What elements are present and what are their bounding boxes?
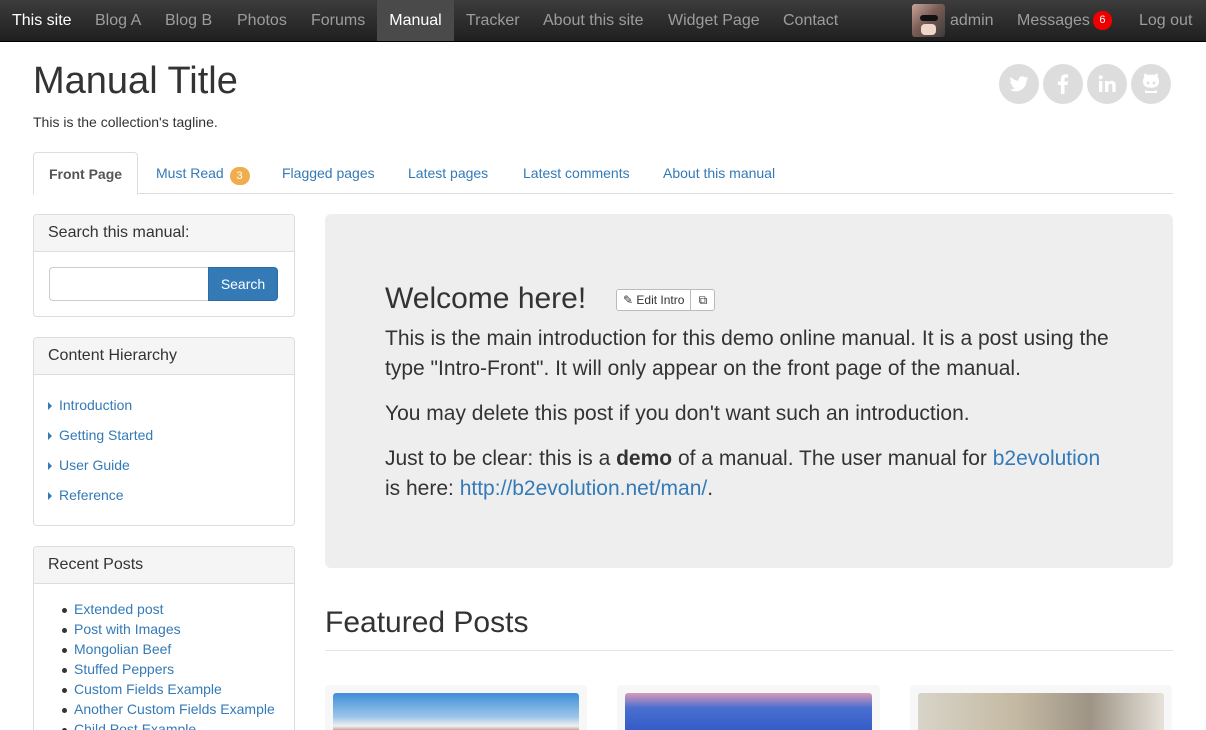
hierarchy-item-user-guide[interactable]: User Guide bbox=[48, 457, 130, 473]
nav-contact[interactable]: Contact bbox=[783, 0, 838, 41]
recent-panel-title: Recent Posts bbox=[34, 547, 294, 584]
must-read-count-badge: 3 bbox=[229, 167, 250, 185]
tab-must-read[interactable]: Must Read 3 bbox=[156, 152, 250, 194]
messages-label: Messages bbox=[1017, 12, 1090, 29]
search-panel: Search this manual: Search bbox=[33, 214, 295, 317]
edit-intro-label: Edit Intro bbox=[636, 293, 685, 307]
top-navbar: This site Blog A Blog B Photos Forums Ma… bbox=[0, 0, 1206, 42]
intro-bold-demo: demo bbox=[616, 447, 673, 470]
hierarchy-panel-title: Content Hierarchy bbox=[34, 338, 294, 375]
intro-text: of a manual. The user manual for bbox=[672, 447, 993, 470]
nav-this-site[interactable]: This site bbox=[12, 0, 72, 41]
recent-post-link[interactable]: Extended post bbox=[62, 601, 164, 617]
recent-posts-panel: Recent Posts Extended post Post with Ima… bbox=[33, 546, 295, 730]
twitter-icon[interactable] bbox=[999, 64, 1039, 104]
hierarchy-item-label: Reference bbox=[59, 487, 124, 503]
tab-front-page[interactable]: Front Page bbox=[33, 152, 138, 195]
search-panel-title: Search this manual: bbox=[34, 215, 294, 252]
nav-manual[interactable]: Manual bbox=[377, 0, 454, 41]
nav-photos[interactable]: Photos bbox=[237, 0, 287, 41]
nav-messages[interactable]: Messages 6 bbox=[1017, 0, 1112, 41]
tagline: This is the collection's tagline. bbox=[33, 114, 218, 130]
featured-image[interactable] bbox=[918, 693, 1164, 730]
featured-image[interactable] bbox=[333, 693, 579, 730]
hierarchy-item-label: User Guide bbox=[59, 457, 130, 473]
intro-paragraph-3: Just to be clear: this is a demo of a ma… bbox=[385, 444, 1145, 504]
recent-post-link[interactable]: Custom Fields Example bbox=[62, 681, 222, 697]
caret-right-icon bbox=[48, 492, 52, 500]
nav-blog-a[interactable]: Blog A bbox=[95, 0, 141, 41]
messages-count-badge: 6 bbox=[1092, 11, 1112, 30]
nav-widget-page[interactable]: Widget Page bbox=[668, 0, 760, 41]
featured-image[interactable] bbox=[625, 693, 872, 730]
edit-intro-button[interactable]: ✎ Edit Intro bbox=[617, 290, 690, 310]
intro-paragraph-1: This is the main introduction for this d… bbox=[385, 327, 1109, 380]
edit-icon: ✎ bbox=[623, 293, 634, 307]
linkedin-icon[interactable] bbox=[1087, 64, 1127, 104]
intro-edit-group: ✎ Edit Intro ⧉ bbox=[616, 289, 716, 311]
recent-post-link[interactable]: Post with Images bbox=[62, 621, 181, 637]
featured-card[interactable] bbox=[617, 685, 880, 730]
nav-user-admin[interactable]: admin bbox=[950, 0, 994, 41]
nav-forums[interactable]: Forums bbox=[311, 0, 365, 41]
tab-about-manual[interactable]: About this manual bbox=[663, 152, 775, 194]
caret-right-icon bbox=[48, 462, 52, 470]
intro-text: . bbox=[707, 477, 714, 500]
search-button[interactable]: Search bbox=[208, 267, 278, 301]
search-input[interactable] bbox=[49, 267, 209, 301]
intro-text: is here: bbox=[385, 477, 460, 500]
intro-box: Welcome here! ✎ Edit Intro ⧉ This is the… bbox=[325, 214, 1173, 568]
facebook-icon[interactable] bbox=[1043, 64, 1083, 104]
github-icon[interactable] bbox=[1131, 64, 1171, 104]
user-avatar[interactable] bbox=[912, 4, 945, 37]
tab-must-read-label: Must Read bbox=[156, 165, 224, 181]
intro-text: Just to be clear: this is a bbox=[385, 447, 617, 470]
intro-title: Welcome here! bbox=[385, 282, 587, 315]
recent-post-link[interactable]: Mongolian Beef bbox=[61, 641, 171, 657]
nav-logout[interactable]: Log out bbox=[1139, 0, 1192, 41]
tab-latest-comments[interactable]: Latest comments bbox=[523, 152, 630, 194]
page-title: Manual Title bbox=[33, 60, 238, 102]
recent-post-link[interactable]: Another Custom Fields Example bbox=[62, 701, 275, 717]
manual-tabs: Front Page Must Read 3 Flagged pages Lat… bbox=[33, 152, 1173, 195]
nav-blog-b[interactable]: Blog B bbox=[165, 0, 212, 41]
copy-icon[interactable]: ⧉ bbox=[690, 290, 714, 310]
featured-card[interactable] bbox=[910, 685, 1172, 730]
hierarchy-item-reference[interactable]: Reference bbox=[48, 487, 124, 503]
nav-about-site[interactable]: About this site bbox=[543, 0, 644, 41]
featured-card[interactable] bbox=[325, 685, 587, 730]
hierarchy-item-label: Introduction bbox=[59, 397, 133, 413]
content-hierarchy-panel: Content Hierarchy Introduction Getting S… bbox=[33, 337, 295, 526]
hierarchy-item-label: Getting Started bbox=[59, 427, 154, 443]
b2evolution-link[interactable]: b2evolution bbox=[993, 447, 1100, 470]
caret-right-icon bbox=[48, 432, 52, 440]
tab-flagged-pages[interactable]: Flagged pages bbox=[282, 152, 375, 194]
hierarchy-item-getting-started[interactable]: Getting Started bbox=[48, 427, 153, 443]
nav-tracker[interactable]: Tracker bbox=[466, 0, 520, 41]
hierarchy-item-introduction[interactable]: Introduction bbox=[48, 397, 132, 413]
intro-paragraph-2: You may delete this post if you don't wa… bbox=[385, 402, 970, 425]
divider bbox=[325, 650, 1173, 651]
manual-url-link[interactable]: http://b2evolution.net/man/ bbox=[460, 477, 708, 500]
recent-post-link[interactable]: Stuffed Peppers bbox=[61, 661, 174, 677]
caret-right-icon bbox=[48, 402, 52, 410]
tab-latest-pages[interactable]: Latest pages bbox=[408, 152, 488, 194]
recent-post-link[interactable]: Child Post Example bbox=[61, 721, 196, 730]
featured-posts-title: Featured Posts bbox=[325, 606, 529, 639]
